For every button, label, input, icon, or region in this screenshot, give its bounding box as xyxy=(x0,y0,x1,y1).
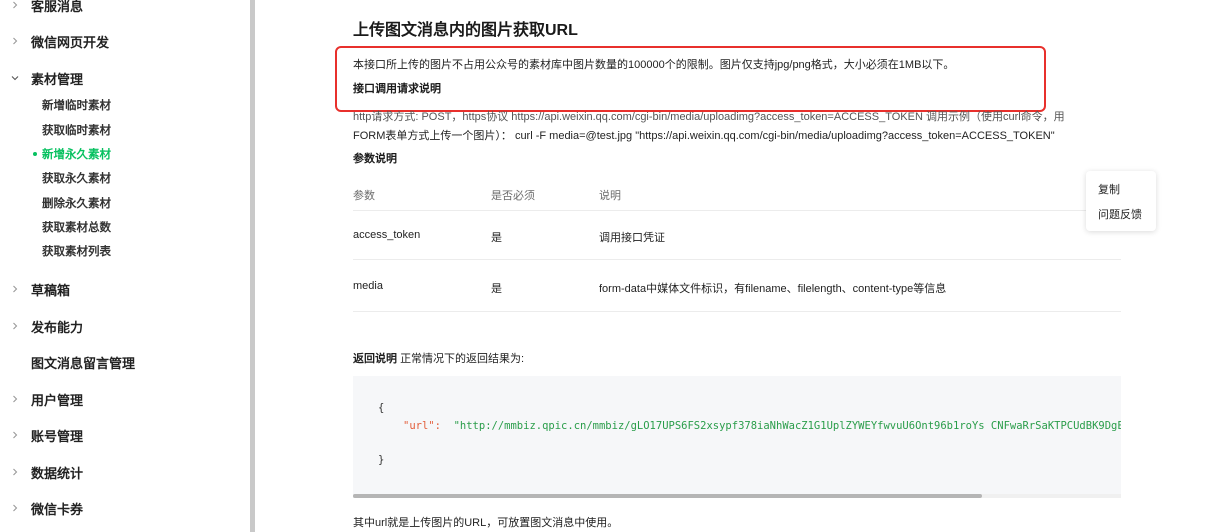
chevron-right-icon xyxy=(10,29,20,53)
table-row: access_token 是 调用接口凭证 xyxy=(353,211,1121,260)
code-block: { "url": "http://mmbiz.qpic.cn/mmbiz/gLO… xyxy=(353,376,1121,494)
params-heading: 参数说明 xyxy=(353,153,397,165)
sidebar-item-label: 发布能力 xyxy=(31,319,84,335)
chevron-right-icon xyxy=(10,423,20,447)
code-key: "url": xyxy=(403,420,441,432)
sidebar-subitem-label: 获取素材列表 xyxy=(42,246,111,258)
sidebar-item-label: 素材管理 xyxy=(31,71,84,87)
sidebar-subitem-get-permanent[interactable]: 获取永久素材 xyxy=(0,167,250,189)
copy-button[interactable]: 复制 xyxy=(1098,181,1120,197)
chevron-right-icon xyxy=(10,314,20,338)
floating-action-menu: 复制 问题反馈 xyxy=(1086,171,1156,231)
sidebar-subitem-material-list[interactable]: 获取素材列表 xyxy=(0,240,250,262)
request-desc-line-2: FORM表单方式上传一个图片）： curl -F media=@test.jpg… xyxy=(353,130,1055,142)
sidebar-subitem-label: 获取素材总数 xyxy=(42,222,111,234)
footer-note: 其中url就是上传图片的URL，可放置图文消息中使用。 xyxy=(353,517,619,529)
sidebar-subitem-label: 获取永久素材 xyxy=(42,173,111,185)
sidebar-item-label: 用户管理 xyxy=(31,392,84,408)
table-cell: 是 xyxy=(491,283,502,295)
request-heading: 接口调用请求说明 xyxy=(353,83,441,95)
table-cell: 是 xyxy=(491,232,502,244)
code-open-brace: { xyxy=(378,402,385,414)
chevron-right-icon xyxy=(10,460,20,484)
sidebar-subitem-delete-permanent[interactable]: 删除永久素材 xyxy=(0,192,250,214)
sidebar-item-label: 图文消息留言管理 xyxy=(31,355,136,371)
code-value: "http://mmbiz.qpic.cn/mmbiz/gLO17UPS6FS2… xyxy=(453,420,1121,432)
code-line-url: "url": "http://mmbiz.qpic.cn/mmbiz/gLO17… xyxy=(403,420,1121,432)
sidebar-nav: 客服消息 微信网页开发 素材管理 新增临时素材 获取临时素材 新增永久素材 获取… xyxy=(0,0,250,532)
sidebar-item-material-management[interactable]: 素材管理 xyxy=(0,66,250,90)
sidebar-item-customer-message[interactable]: 客服消息 xyxy=(0,0,250,17)
table-header-cell: 是否必须 xyxy=(491,190,535,202)
sidebar-item-label: 微信卡券 xyxy=(31,501,84,517)
code-close-brace: } xyxy=(378,454,385,466)
chevron-down-icon xyxy=(10,66,20,90)
sidebar-item-card-coupon[interactable]: 微信卡券 xyxy=(0,496,250,520)
sidebar-subitem-label: 新增临时素材 xyxy=(42,100,111,112)
feedback-button[interactable]: 问题反馈 xyxy=(1098,206,1142,222)
table-cell: access_token xyxy=(353,229,421,241)
sidebar-subitem-label: 删除永久素材 xyxy=(42,198,111,210)
table-header-cell: 说明 xyxy=(599,190,621,202)
return-heading: 返回说明 xyxy=(353,353,397,365)
chevron-right-icon xyxy=(10,0,20,17)
table-cell: form-data中媒体文件标识，有filename、filelength、co… xyxy=(599,283,947,295)
sidebar-subitem-label: 获取临时素材 xyxy=(42,125,111,137)
sidebar-item-label: 微信网页开发 xyxy=(31,34,110,50)
sidebar-subitem-label: 新增永久素材 xyxy=(42,149,111,161)
chevron-right-icon xyxy=(10,277,20,301)
code-scrollbar-thumb[interactable] xyxy=(353,494,982,498)
sidebar-item-drafts[interactable]: 草稿箱 xyxy=(0,277,250,301)
sidebar-item-label: 数据统计 xyxy=(31,465,84,481)
sidebar-subitem-get-temp[interactable]: 获取临时素材 xyxy=(0,119,250,141)
table-cell: 调用接口凭证 xyxy=(599,232,665,244)
sidebar-item-web-dev[interactable]: 微信网页开发 xyxy=(0,29,250,53)
request-desc-line-1: http请求方式: POST，https协议 https://api.weixi… xyxy=(353,111,1065,123)
sidebar-subitem-add-permanent[interactable]: 新增永久素材 xyxy=(0,143,250,165)
sidebar-subitem-add-temp[interactable]: 新增临时素材 xyxy=(0,94,250,116)
sidebar-item-account-management[interactable]: 账号管理 xyxy=(0,423,250,447)
sidebar-item-publish[interactable]: 发布能力 xyxy=(0,314,250,338)
page-title: 上传图文消息内的图片获取URL xyxy=(353,22,578,39)
table-header-row: 参数 是否必须 说明 xyxy=(353,176,1121,211)
chevron-right-icon xyxy=(10,496,20,520)
sidebar-subitem-material-count[interactable]: 获取素材总数 xyxy=(0,216,250,238)
table-header-cell: 参数 xyxy=(353,190,375,202)
params-table: 参数 是否必须 说明 access_token 是 调用接口凭证 media 是… xyxy=(353,176,1121,312)
active-dot-icon xyxy=(33,152,37,156)
table-cell: media xyxy=(353,280,383,292)
sidebar-item-label: 客服消息 xyxy=(31,0,84,14)
sidebar-item-user-management[interactable]: 用户管理 xyxy=(0,387,250,411)
sidebar-item-label: 草稿箱 xyxy=(31,282,71,298)
table-row: media 是 form-data中媒体文件标识，有filename、filel… xyxy=(353,260,1121,312)
return-desc: 正常情况下的返回结果为: xyxy=(400,353,525,365)
sidebar-item-comment-management[interactable]: 图文消息留言管理 xyxy=(0,350,250,374)
chevron-right-icon xyxy=(10,387,20,411)
intro-text: 本接口所上传的图片不占用公众号的素材库中图片数量的100000个的限制。图片仅支… xyxy=(353,59,955,71)
main-content: 上传图文消息内的图片获取URL 本接口所上传的图片不占用公众号的素材库中图片数量… xyxy=(255,0,1218,532)
sidebar-item-statistics[interactable]: 数据统计 xyxy=(0,460,250,484)
sidebar-item-label: 账号管理 xyxy=(31,428,84,444)
return-desc-line: 返回说明 正常情况下的返回结果为: xyxy=(353,350,524,366)
